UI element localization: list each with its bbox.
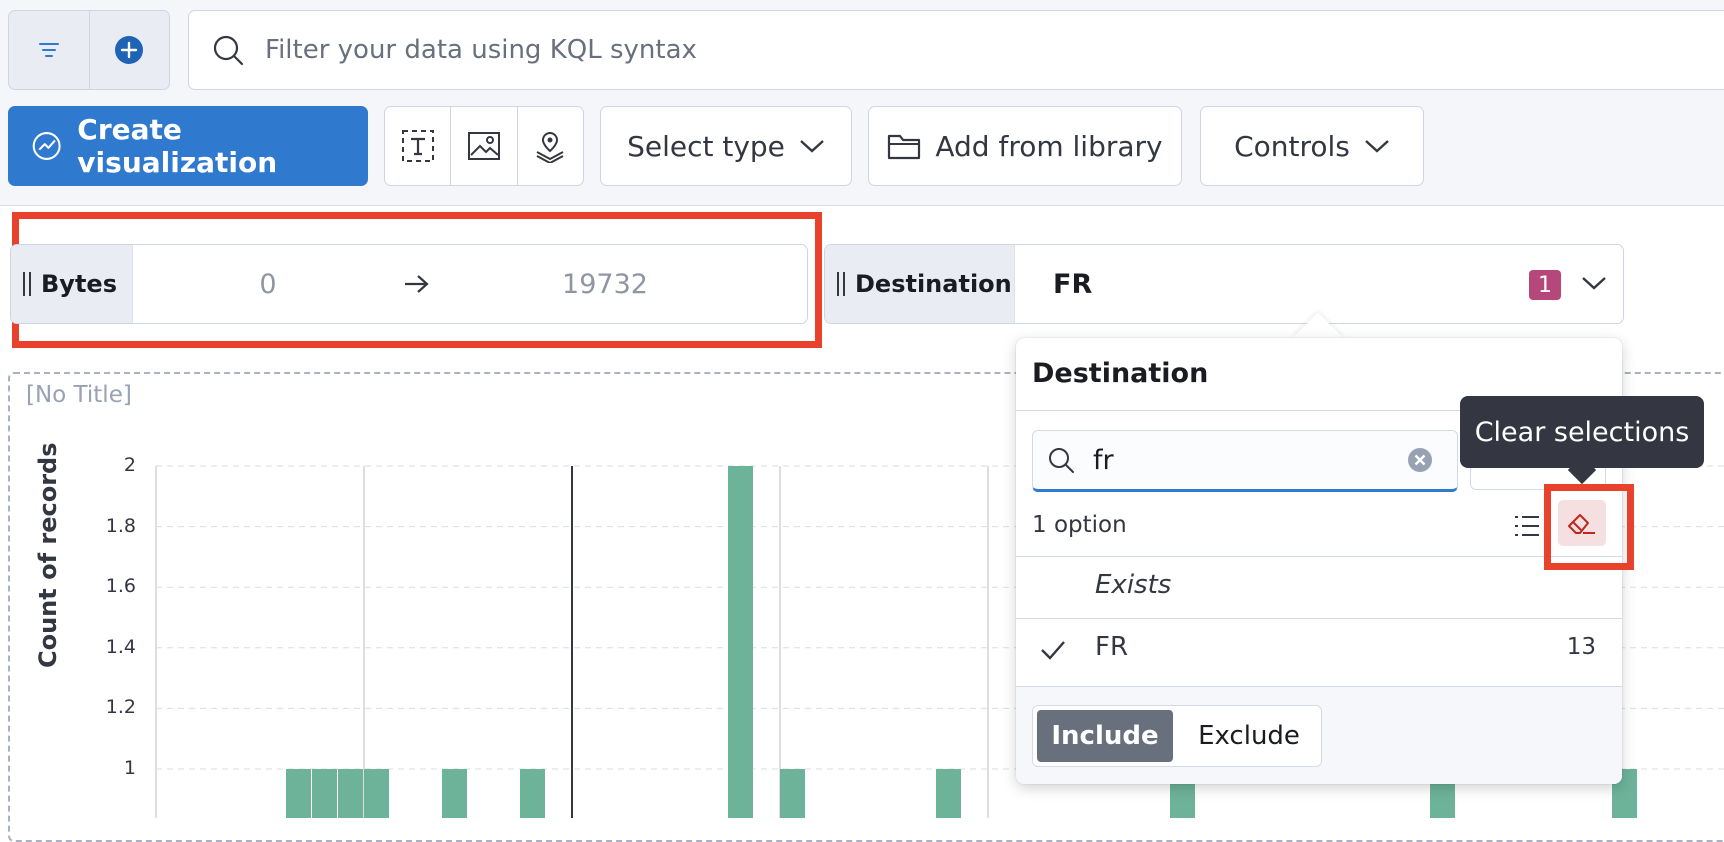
y-tick-label: 1.8 [105,514,136,537]
selection-count-badge: 1 [1529,270,1561,300]
include-exclude-toggle: Include Exclude [1032,705,1322,767]
kql-search-input[interactable] [265,35,1465,65]
option-count: 1 option [1032,512,1127,538]
add-filter-button[interactable] [88,11,170,89]
y-tick-label: 1.4 [105,635,136,658]
add-from-library-label: Add from library [935,129,1163,163]
destination-label-text: Destination [855,270,1012,298]
plus-circle-icon [115,36,144,64]
check-icon [1041,641,1065,660]
bytes-control-label: Bytes [11,245,133,323]
option-search-box [1032,430,1458,492]
exists-option[interactable]: Exists [1016,556,1622,618]
arrow-right-icon [405,275,429,293]
search-icon [1049,448,1074,473]
bar[interactable] [338,769,363,818]
destination-options-control[interactable]: Destination FR 1 [824,244,1624,324]
drag-handle-icon[interactable] [837,272,845,296]
text-icon [401,130,434,162]
filter-menu-button[interactable] [9,11,89,89]
search-icon [213,35,244,66]
add-text-button[interactable] [385,107,450,185]
bar[interactable] [442,769,467,818]
destination-selection: FR 1 [1015,245,1623,323]
destination-control-label: Destination [825,245,1015,323]
controls-label: Controls [1234,129,1350,163]
image-icon [467,132,500,160]
option-label: FR [1095,632,1129,662]
destination-selected-value: FR [1053,268,1093,300]
select-type-button[interactable]: Select type [600,106,852,186]
bytes-label-text: Bytes [41,270,117,298]
list-icon[interactable] [1514,514,1540,538]
clear-selections-tooltip: Clear selections [1460,396,1704,468]
option-search-input[interactable] [1093,444,1393,476]
popover-title: Destination [1032,358,1209,389]
y-tick-label: 1.2 [105,696,136,719]
query-bar [188,10,1724,90]
exists-label: Exists [1095,570,1172,600]
add-from-library-button[interactable]: Add from library [868,106,1182,186]
select-type-label: Select type [627,129,785,163]
y-tick-label: 2 [123,454,136,476]
query-button-group [8,10,170,90]
popover-footer: Include Exclude [1016,686,1622,784]
clear-input-icon[interactable] [1407,447,1433,473]
quick-add-group [384,106,584,186]
panel-title: [No Title] [26,382,132,408]
drag-handle-icon[interactable] [23,272,31,296]
y-tick-label: 1 [123,757,136,779]
add-image-button[interactable] [450,107,516,185]
bar[interactable] [780,769,805,818]
chevron-down-icon [800,140,824,153]
bytes-range-control[interactable]: Bytes 0 19732 [10,244,808,324]
folder-icon [888,134,921,160]
filter-icon [38,43,59,57]
bar[interactable] [520,769,545,818]
include-button[interactable]: Include [1037,710,1173,762]
bar[interactable] [936,769,961,818]
clear-button-highlight [1544,484,1634,570]
bytes-min-value[interactable]: 0 [133,269,403,300]
bar[interactable] [286,769,311,818]
option-count-value: 13 [1566,634,1596,660]
y-axis-label: Count of records [34,442,62,668]
map-pin-icon [536,131,564,163]
chevron-down-icon [1365,140,1389,153]
add-map-button[interactable] [516,107,583,185]
create-visualization-label: Create visualization [77,113,278,179]
controls-button[interactable]: Controls [1200,106,1424,186]
bar[interactable] [312,769,337,818]
option-item-fr[interactable]: FR 13 [1016,618,1622,680]
bytes-max-value[interactable]: 19732 [431,269,779,300]
bar[interactable] [364,769,389,818]
y-tick-label: 1.6 [105,575,136,598]
bytes-range: 0 19732 [133,245,807,323]
create-visualization-button[interactable]: Create visualization [8,106,368,186]
visualize-icon [32,132,61,160]
chevron-down-icon[interactable] [1581,275,1607,291]
bar[interactable] [728,466,753,818]
exclude-button[interactable]: Exclude [1177,706,1321,766]
